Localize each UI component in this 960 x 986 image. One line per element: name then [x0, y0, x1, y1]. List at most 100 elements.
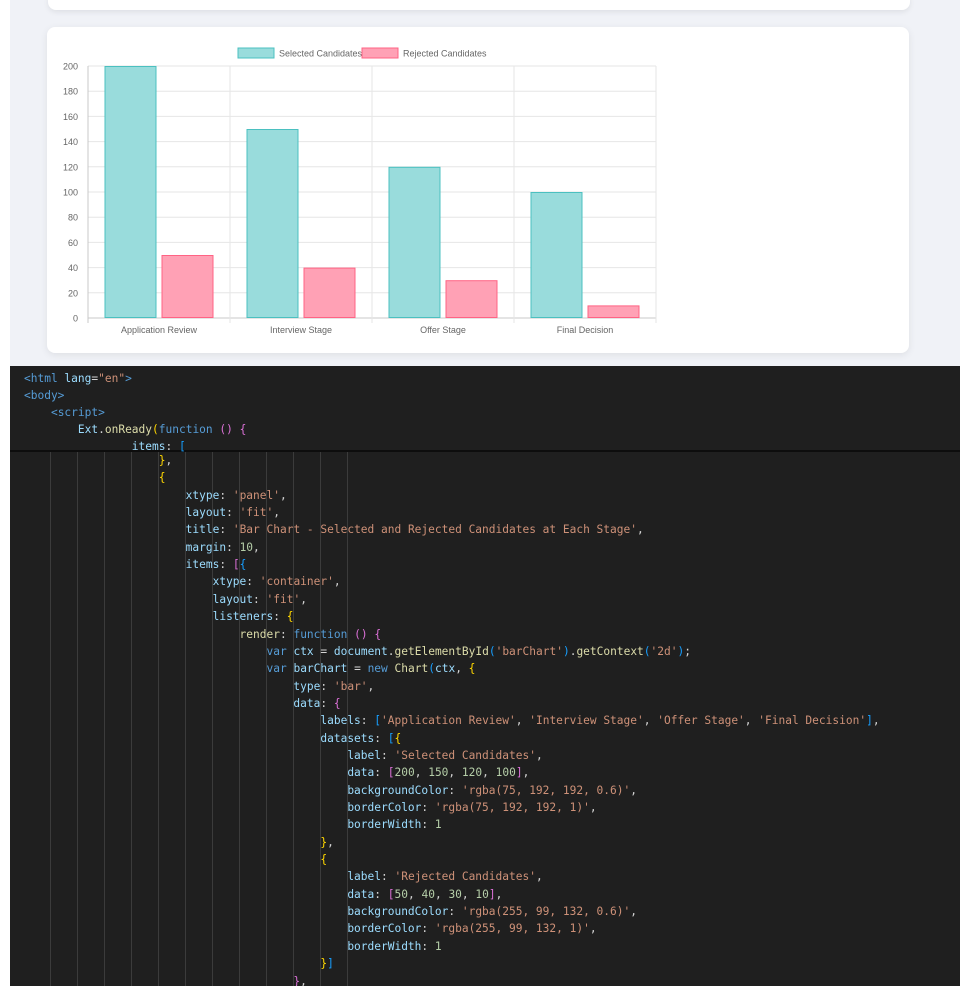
code-token: 'Application Review' — [381, 714, 516, 728]
code-token: labels — [320, 714, 361, 728]
code-token: , — [333, 575, 341, 589]
code-token: data — [347, 887, 375, 901]
code-token: xtype — [212, 575, 247, 589]
code-token: : — [381, 748, 395, 762]
code-token: label — [347, 870, 381, 884]
code-token: : — [320, 696, 334, 710]
bar-chart: 0 20 40 60 80 100 120 140 160 180 200 Application R… — [63, 47, 657, 335]
code-token: items — [131, 440, 166, 453]
code-token: { — [239, 558, 247, 572]
code-token: , — [407, 887, 422, 901]
code-token: 1 — [434, 818, 442, 832]
code-token: : — [360, 714, 375, 728]
code-token: 'Bar Chart - Selected and Rejected Candi… — [232, 523, 637, 537]
code-token: , — [273, 506, 280, 520]
code-token: [ — [178, 440, 186, 453]
x-tick-label: Offer Stage — [420, 325, 466, 335]
code-token: () — [354, 627, 368, 641]
code-token: ] — [866, 714, 873, 728]
sticky-scroll-header: <html lang="en"> <body> <script> Ext.onRe… — [10, 366, 960, 453]
code-token: 'container' — [259, 575, 334, 589]
code-token: type — [293, 679, 321, 693]
code-token: <html — [24, 372, 65, 385]
code-token: : — [374, 766, 388, 780]
y-tick-label: 20 — [68, 288, 78, 298]
code-token: 'Rejected Candidates' — [394, 870, 536, 884]
code-token: data — [347, 766, 375, 780]
code-token: { — [374, 627, 382, 641]
code-line: label: 'Rejected Candidates', — [24, 868, 543, 885]
code-line: }] — [24, 955, 334, 972]
code-token: ( — [152, 423, 159, 436]
code-line: }, — [24, 973, 307, 986]
y-tick-label: 0 — [73, 314, 78, 324]
code-token: 120 — [461, 766, 483, 780]
code-token: 'rgba(255, 99, 132, 0.6)' — [461, 905, 631, 919]
y-tick-label: 80 — [68, 213, 78, 223]
code-token: xtype — [185, 488, 220, 502]
x-tick-label: Interview Stage — [270, 325, 332, 335]
code-token: var — [266, 662, 287, 676]
code-token: getContext — [576, 644, 644, 658]
code-line: borderColor: 'rgba(255, 99, 132, 1)', — [24, 920, 596, 937]
code-line: backgroundColor: 'rgba(75, 192, 192, 0.6… — [24, 782, 637, 799]
code-line: xtype: 'panel', — [24, 487, 287, 504]
legend-label: Rejected Candidates — [403, 49, 487, 59]
code-token: function — [158, 423, 213, 436]
code-token: : — [421, 939, 435, 953]
code-token: = — [347, 662, 368, 676]
code-token: ] — [327, 957, 334, 971]
y-tick-label: 100 — [63, 188, 78, 198]
code-token: [ — [387, 766, 395, 780]
chart-panel-area: 0 20 40 60 80 100 120 140 160 180 200 Application R… — [10, 0, 960, 366]
code-token: 30 — [448, 887, 462, 901]
code-line: backgroundColor: 'rgba(255, 99, 132, 0.6… — [24, 903, 637, 920]
code-token: 'fit' — [239, 506, 274, 520]
code-token: : — [320, 679, 334, 693]
y-tick-label: 180 — [63, 87, 78, 97]
code-token: 'Interview Stage' — [529, 714, 644, 728]
code-token: "en" — [98, 372, 126, 385]
code-line: xtype: 'container', — [24, 573, 341, 590]
code-line: borderWidth: 1 — [24, 816, 442, 833]
code-token: 10 — [239, 540, 254, 554]
code-token: : — [226, 506, 240, 520]
code-token: : — [165, 440, 179, 453]
code-line: borderColor: 'rgba(75, 192, 192, 1)', — [24, 799, 596, 816]
code-token: , — [643, 714, 658, 728]
code-line: data: [50, 40, 30, 10], — [24, 886, 502, 903]
code-token: 1 — [434, 939, 442, 953]
code-line: }, — [24, 834, 334, 851]
y-tick-label: 200 — [63, 62, 78, 72]
code-token: { — [286, 610, 294, 624]
code-token: [ — [387, 731, 395, 745]
code-token: , — [535, 870, 543, 884]
code-token: new — [367, 662, 388, 676]
code-token: : — [253, 592, 267, 606]
code-token: 10 — [475, 887, 489, 901]
code-token: ( — [428, 662, 435, 676]
code-token: { — [468, 662, 476, 676]
bar-selected — [388, 166, 441, 318]
code-token: <script> — [50, 406, 105, 419]
code-token: layout — [212, 592, 254, 606]
code-token: : — [219, 558, 233, 572]
code-token: 'panel' — [232, 488, 280, 502]
code-token: document — [333, 644, 388, 658]
bar-rejected — [445, 280, 498, 319]
code-editor[interactable]: <html lang="en"> <body> <script> Ext.onRe… — [10, 366, 960, 986]
code-line: borderWidth: 1 — [24, 938, 442, 955]
